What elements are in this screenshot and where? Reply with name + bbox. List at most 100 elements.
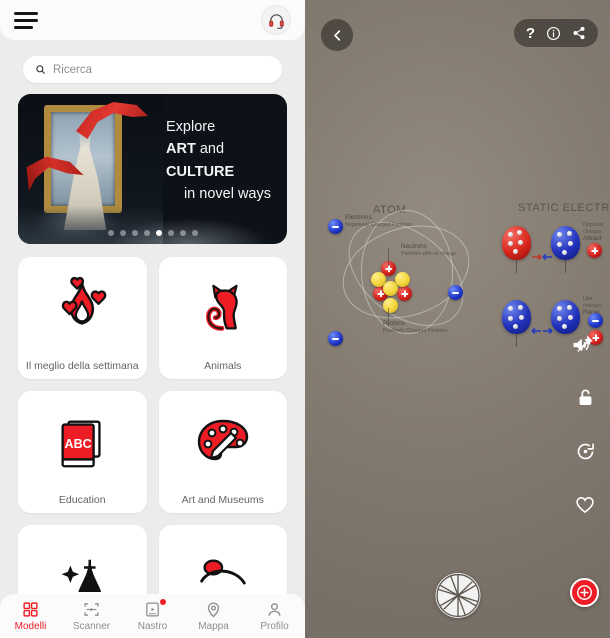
nav-item-profilo[interactable]: Profilo (249, 601, 301, 632)
nav-label: Scanner (72, 620, 111, 632)
map-pin-icon (207, 602, 220, 618)
palette-brush-icon (159, 391, 288, 494)
charge-negative (588, 313, 603, 328)
repel-arrows (531, 327, 553, 335)
banner-line-3: in novel ways (183, 186, 271, 203)
plus-circle-icon (577, 585, 592, 600)
label-sub: Like charges (583, 296, 602, 309)
balloon-string (516, 334, 517, 347)
category-card-art-museums[interactable]: Art and Museums (158, 391, 288, 513)
app-root: Ricerca Explore ART and CULTURE in novel… (0, 0, 610, 638)
label-sub: Negatively Charged Particles (345, 222, 412, 228)
category-card-education[interactable]: ABC Education (18, 391, 147, 513)
headset-icon[interactable] (261, 5, 291, 35)
favorite-button[interactable] (572, 492, 598, 518)
electron-particle (448, 285, 463, 300)
label-heading: Protons (383, 320, 406, 327)
pagination-dot-active[interactable] (155, 230, 162, 236)
electron-particle (328, 219, 343, 234)
nav-item-mappa[interactable]: Mappa (188, 601, 240, 632)
promo-banner[interactable]: Explore ART and CULTURE in novel ways (18, 94, 287, 244)
banner-art-word: ART (166, 141, 196, 158)
label-sub: Positively Charged Particles (383, 328, 448, 334)
label-sub: Particles with no charge (401, 251, 457, 257)
browse-panel: Ricerca Explore ART and CULTURE in novel… (0, 0, 305, 638)
balloon-positive (502, 226, 531, 260)
capture-button[interactable] (435, 573, 480, 618)
nav-label: Mappa (198, 620, 229, 632)
neutron-particle (383, 298, 398, 313)
pin-icon (577, 335, 593, 352)
pagination-dot[interactable] (119, 230, 126, 236)
pagination-dot[interactable] (167, 230, 174, 236)
reset-button[interactable] (572, 438, 598, 464)
nav-item-modelli[interactable]: Modelli (5, 601, 57, 632)
category-grid: Il meglio della settimana Animals ABC Ed… (18, 257, 287, 638)
banner-text: Explore ART and CULTURE in novel ways (166, 116, 277, 206)
pagination-dot[interactable] (143, 230, 150, 236)
label-heading: Attract (583, 235, 602, 242)
browse-scroll-area[interactable]: Explore ART and CULTURE in novel ways Il… (0, 94, 305, 638)
status-badge (159, 598, 166, 605)
attract-arrows (532, 253, 552, 261)
ar-tool-rail (572, 330, 598, 518)
person-icon (268, 602, 281, 616)
video-feed-icon (146, 601, 159, 617)
heart-icon (576, 497, 594, 514)
add-model-button[interactable] (570, 578, 599, 607)
balloon-negative (502, 300, 531, 334)
category-card-animals[interactable]: Animals (158, 257, 288, 379)
pagination-dot[interactable] (131, 230, 138, 236)
neutron-leader-line (388, 248, 389, 266)
nav-label: Profilo (260, 620, 289, 632)
search-placeholder: Ricerca (53, 63, 92, 76)
electron-particle (328, 331, 343, 346)
balloon-negative (551, 300, 580, 334)
app-header (0, 0, 305, 40)
category-card-best-of-week[interactable]: Il meglio della settimana (18, 257, 147, 379)
banner-and-word: and (199, 141, 225, 158)
atom-label-neutrons: Neutrons Particles with no charge (401, 243, 456, 258)
search-icon (36, 65, 46, 75)
banner-pagination[interactable] (18, 230, 287, 236)
nav-item-scanner[interactable]: Scanner (66, 601, 118, 632)
charge-positive (587, 243, 602, 258)
atom-label-electrons: Electrons Negatively Charged Particles (345, 214, 412, 229)
balloon-string (565, 260, 566, 273)
category-card-label: Il meglio della settimana (25, 360, 139, 372)
ar-camera-panel: ? ATOM Electrons Negatively Charged Part… (305, 0, 610, 638)
ar-scene[interactable]: ATOM Electrons Negatively Charged Partic… (305, 0, 610, 638)
proton-particle (397, 286, 412, 301)
abc-book-icon: ABC (18, 391, 147, 494)
pin-button[interactable] (572, 330, 598, 356)
banner-line-1: Explore (166, 119, 216, 135)
nav-label: Nastro (137, 620, 168, 632)
search-bar[interactable]: Ricerca (0, 56, 305, 83)
unlock-icon (579, 389, 591, 405)
svg-text:ABC: ABC (65, 436, 92, 450)
search-input[interactable]: Ricerca (23, 56, 282, 83)
nav-item-nastro[interactable]: Nastro (127, 598, 179, 632)
grid-icon (23, 601, 38, 617)
nav-label: Modelli (14, 620, 47, 632)
banner-line-2: ART and CULTURE (166, 138, 277, 183)
label-sub: Opposite charges (583, 222, 604, 235)
pagination-dot[interactable] (191, 230, 198, 236)
banner-culture-word: CULTURE (166, 163, 235, 180)
hamburger-menu-icon[interactable] (14, 11, 38, 29)
category-card-label: Animals (204, 360, 242, 372)
category-card-label: Education (58, 494, 106, 506)
flame-hearts-icon (18, 257, 147, 360)
reset-icon (577, 442, 594, 459)
atom-label-protons: Protons Positively Charged Particles (383, 320, 448, 335)
pagination-dot[interactable] (107, 230, 114, 236)
balloon-string (516, 260, 517, 273)
pagination-dot[interactable] (179, 230, 186, 236)
cat-icon (159, 257, 288, 360)
static-label-attract: Opposite charges Attract (583, 222, 610, 243)
lock-button[interactable] (572, 384, 598, 410)
label-heading: Neutrons (401, 243, 427, 250)
label-heading: Electrons (345, 214, 372, 221)
category-card-label: Art and Museums (181, 494, 264, 506)
camera-shutter-icon (435, 573, 480, 618)
